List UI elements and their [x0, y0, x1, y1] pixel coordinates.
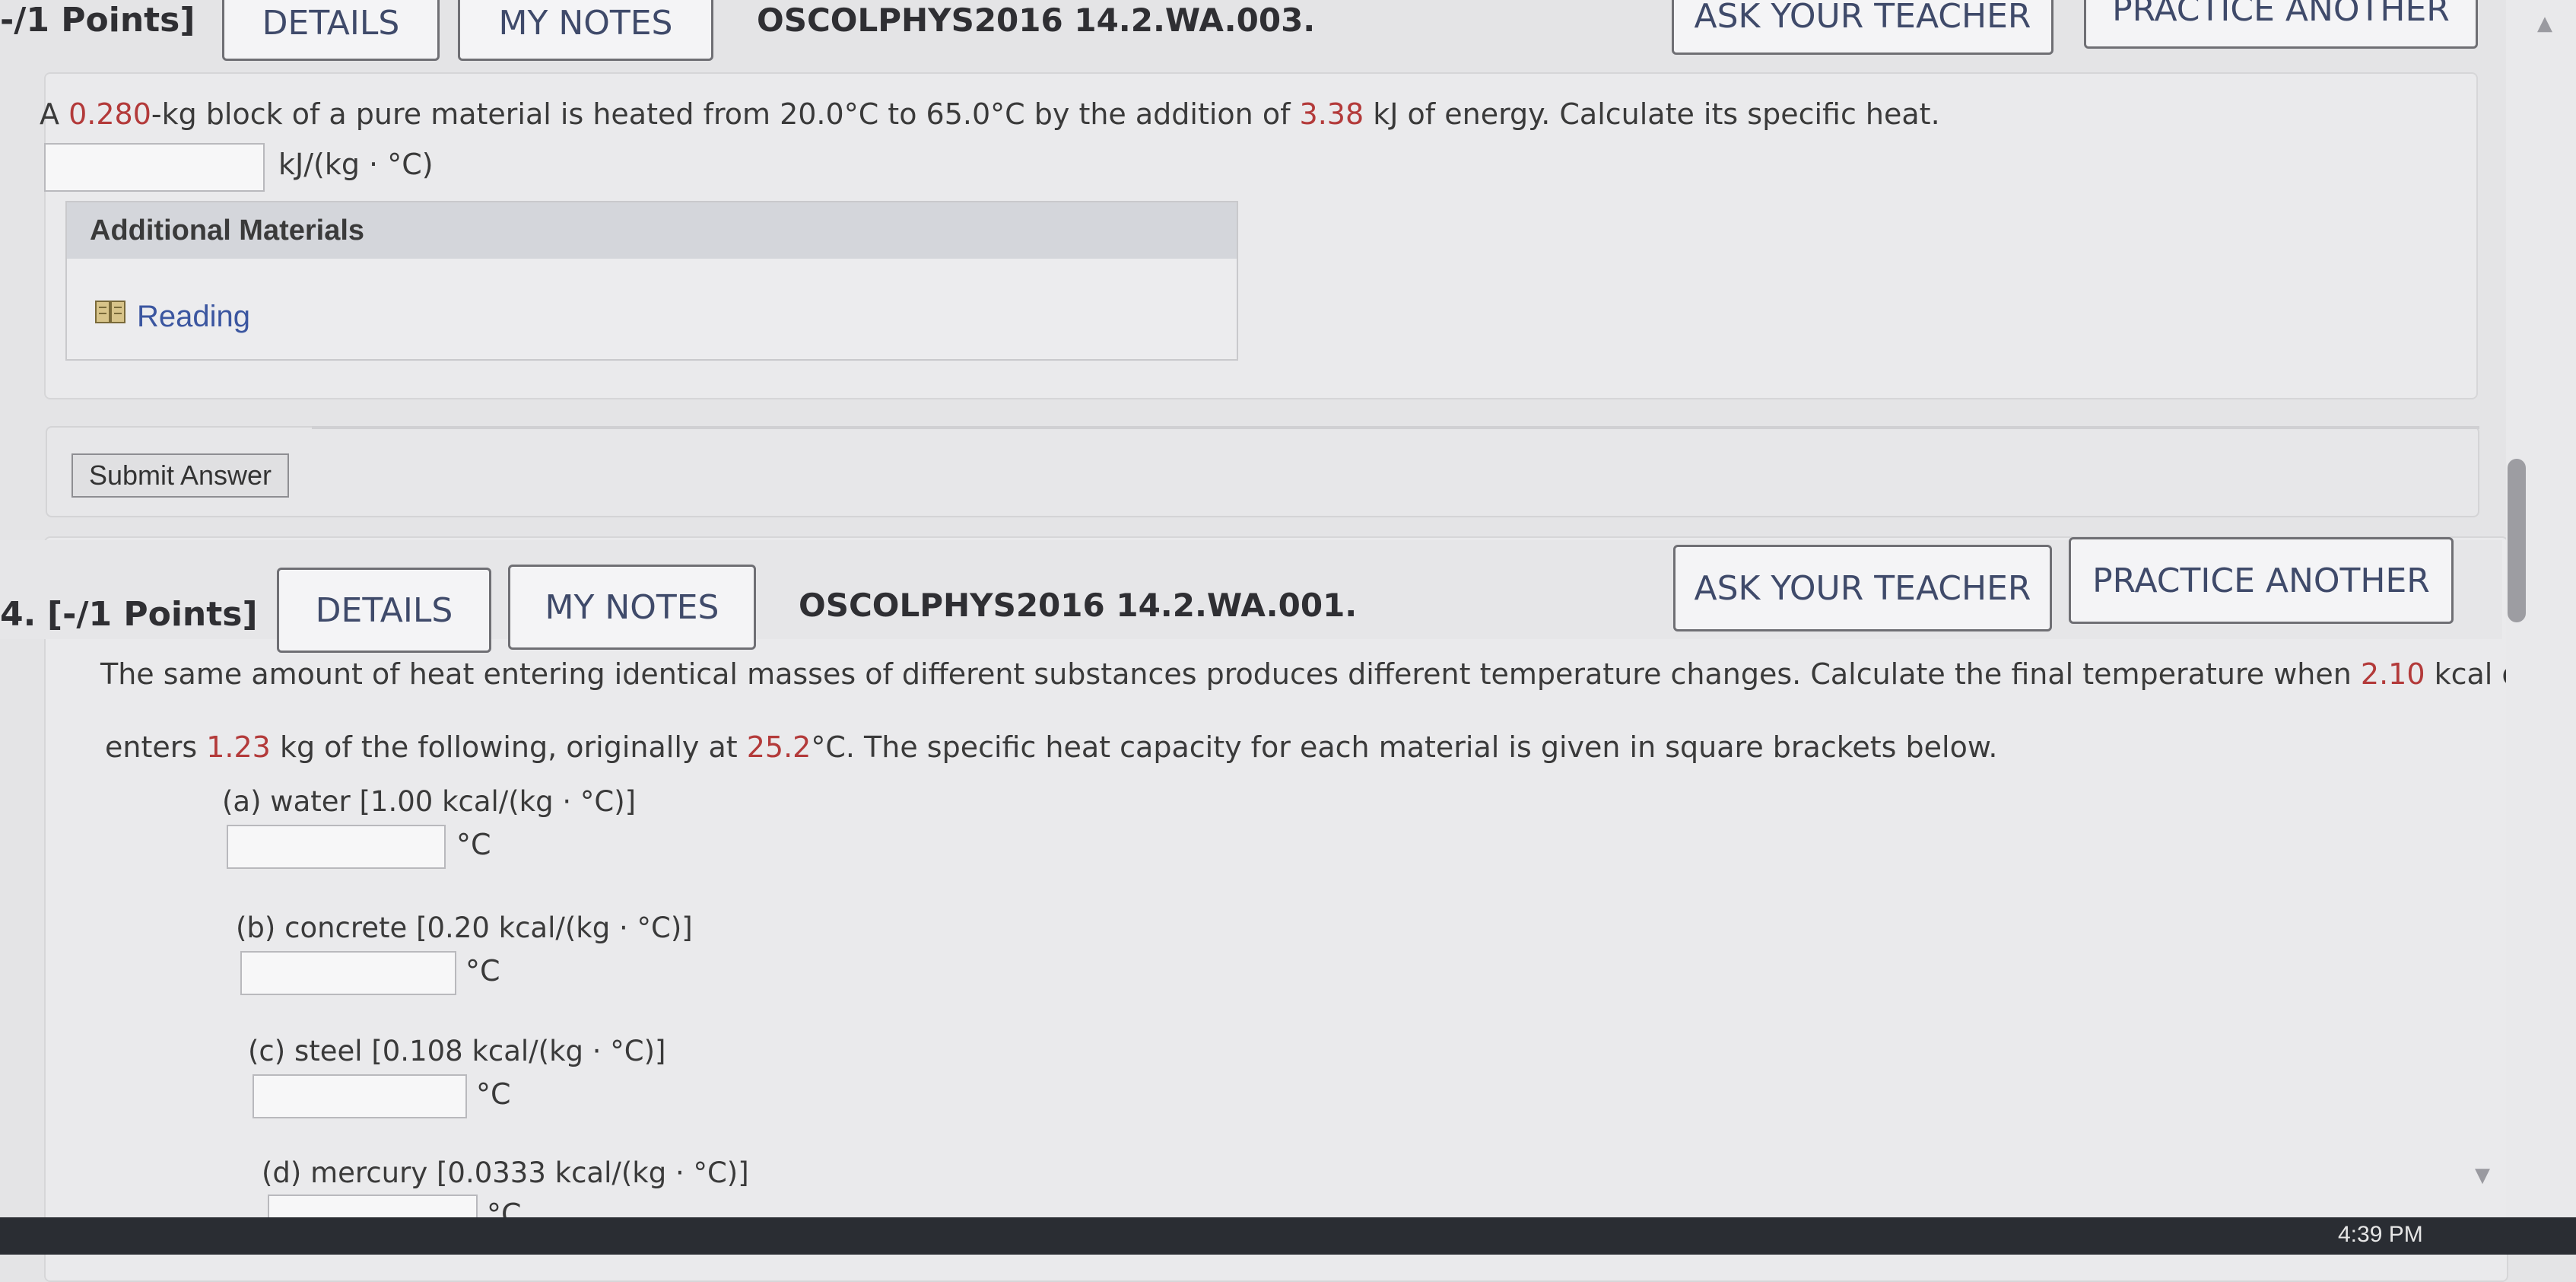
part-c-answer-input[interactable] [253, 1074, 467, 1118]
part-c-label: (c) steel [0.108 kcal/(kg · °C)] [248, 1035, 666, 1067]
q3-details-button[interactable]: DETAILS [222, 0, 440, 61]
q4-problem-code: OSCOLPHYS2016 14.2.WA.001. [799, 587, 1358, 624]
q3-unit: kJ/(kg · °C) [278, 148, 434, 181]
additional-materials-panel: Additional Materials Reading [65, 201, 1238, 361]
part-d-label: (d) mercury [0.0333 kcal/(kg · °C)] [262, 1156, 749, 1189]
q4-question-line-1: The same amount of heat entering identic… [100, 657, 2576, 691]
taskbar [0, 1217, 2576, 1255]
triangle-down-icon[interactable]: ▼ [2475, 1164, 2490, 1187]
taskbar-clock: 4:39 PM [2338, 1222, 2423, 1247]
q4-number: 4. [0, 595, 37, 634]
part-b-answer-input[interactable] [240, 951, 456, 995]
scrollbar-track[interactable] [2506, 0, 2576, 1255]
part-c-unit: °C [476, 1077, 511, 1111]
q4-mass-value: 1.23 [206, 730, 271, 764]
q4-heat-value: 2.10 [2360, 657, 2425, 691]
q3-ask-teacher-button[interactable]: ASK YOUR TEACHER [1672, 0, 2053, 55]
q3-practice-another-button[interactable]: PRACTICE ANOTHER [2084, 0, 2478, 49]
reading-label: Reading [137, 299, 251, 333]
book-icon [94, 298, 128, 335]
q4-temp-value: 25.2 [746, 730, 812, 764]
q4-practice-another-button[interactable]: PRACTICE ANOTHER [2069, 537, 2454, 624]
q4-my-notes-button[interactable]: MY NOTES [508, 565, 756, 650]
part-b-label: (b) concrete [0.20 kcal/(kg · °C)] [236, 911, 693, 944]
part-b-unit: °C [465, 954, 500, 988]
q4-question-line-2: enters 1.23 kg of the following, origina… [105, 730, 1998, 764]
part-a-label: (a) water [1.00 kcal/(kg · °C)] [222, 785, 637, 818]
divider [312, 426, 2479, 429]
q3-problem-code: OSCOLPHYS2016 14.2.WA.003. [757, 2, 1316, 39]
q4-ask-teacher-button[interactable]: ASK YOUR TEACHER [1673, 545, 2052, 631]
q3-points: -/1 Points] [0, 1, 195, 40]
part-a-answer-input[interactable] [227, 825, 446, 869]
reading-link[interactable]: Reading [94, 298, 250, 335]
q3-question-text: A 0.280-kg block of a pure material is h… [40, 97, 1940, 131]
q3-answer-input[interactable] [44, 143, 265, 192]
submit-answer-button[interactable]: Submit Answer [71, 453, 289, 498]
q3-my-notes-button[interactable]: MY NOTES [458, 0, 713, 61]
q4-points: [-/1 Points] [47, 595, 258, 634]
submit-area [46, 426, 2479, 517]
part-a-unit: °C [456, 828, 491, 861]
scrollbar-thumb[interactable] [2508, 459, 2526, 622]
q3-energy-value: 3.38 [1299, 97, 1364, 131]
q4-details-button[interactable]: DETAILS [277, 568, 491, 653]
additional-materials-header: Additional Materials [67, 202, 1237, 259]
q3-mass-value: 0.280 [68, 97, 151, 131]
triangle-up-icon[interactable]: ▲ [2537, 12, 2552, 35]
